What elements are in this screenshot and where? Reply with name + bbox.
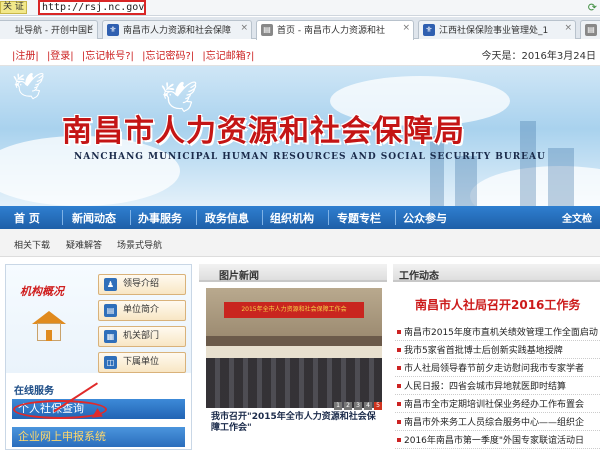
nav-divider (395, 210, 396, 225)
left-panel: 机构概况 ♟ 领导介绍 ▤ 单位简介 ▦ 机关部门 ◫ 下属单位 在线服务 个人… (5, 264, 192, 450)
news-item[interactable]: 南昌市外来务工人员综合服务中心——组织企 (395, 415, 600, 431)
page-dot[interactable]: 1 (334, 402, 342, 410)
site-favicon-icon: ⚜ (423, 24, 435, 36)
forgot-password-link[interactable]: |忘记密码?| (142, 51, 194, 62)
close-icon[interactable]: × (86, 23, 94, 33)
button-label: 机关部门 (123, 331, 160, 341)
unit-intro-button[interactable]: ▤ 单位简介 (98, 300, 186, 321)
current-date: 今天是：2016年3月24日 (481, 51, 596, 62)
news-item[interactable]: 2016年南昌市第一季度"外国专家联谊活动日 (395, 433, 600, 449)
building-decoration (548, 148, 574, 206)
button-label: 单位简介 (123, 305, 160, 315)
tab-label: 南昌市人力资源和社会保障 (123, 26, 232, 36)
tab-strip: 址导航 - 开创中国E × ⚜ 南昌市人力资源和社会保障 × ▤ 首页 - 南昌… (0, 17, 600, 40)
person-icon: ♟ (104, 278, 117, 291)
close-icon[interactable]: × (564, 23, 572, 33)
forgot-account-link[interactable]: |忘记帐号?| (82, 51, 134, 62)
nav-services[interactable]: 办事服务 (138, 210, 182, 226)
panel-header: 图片新闻 (199, 264, 387, 282)
panel-header: 工作动态 (393, 264, 600, 282)
site-banner: 🕊 🕊 南昌市人力资源和社会保障局 NANCHANG MUNICIPAL HUM… (0, 66, 600, 206)
url-input[interactable]: http://rsj.nc.gov.cn/ (38, 0, 146, 15)
main-nav: 首 页 新闻动态 办事服务 政务信息 组织机构 专题专栏 公众参与 全文检 (0, 206, 600, 229)
nav-fulltext-search[interactable]: 全文检 (562, 210, 592, 225)
online-services-title: 在线服务 (14, 386, 54, 397)
forgot-email-link[interactable]: |忘记邮箱?| (202, 51, 254, 62)
login-link[interactable]: |登录| (47, 51, 74, 62)
button-label: 领导介绍 (123, 279, 160, 289)
site-title: 南昌市人力资源和社会保障局 (62, 114, 465, 149)
news-item[interactable]: 南昌市全市定期培训社保业务经办工作布置会 (395, 397, 600, 413)
picture-news-panel: 图片新闻 2015年全市人力资源和社会保障工作会 1 2 3 4 5 我市召开"… (199, 264, 387, 450)
tab-hrss-home[interactable]: ▤ 首页 - 南昌市人力资源和社 × (256, 20, 414, 40)
tab-nav-portal[interactable]: 址导航 - 开创中国E × (0, 20, 98, 39)
dove-icon: 🕊 (12, 72, 46, 102)
account-links: |注册| |登录| |忘记帐号?| |忘记密码?| |忘记邮箱?| (12, 47, 259, 62)
document-icon: ▤ (104, 304, 117, 317)
building-decoration (520, 121, 536, 206)
panel-title: 图片新闻 (219, 271, 259, 282)
sitemap-icon: ◫ (104, 356, 117, 369)
tab-overflow[interactable]: ▤ 都 (580, 20, 600, 39)
nav-divider (62, 210, 63, 225)
section-title: 机构概况 (20, 285, 64, 298)
tab-label: 址导航 - 开创中国E (15, 26, 93, 36)
page-dot[interactable]: 2 (344, 402, 352, 410)
certificate-badge[interactable]: 关 证 (0, 1, 27, 14)
nav-divider (196, 210, 197, 225)
news-photo[interactable]: 2015年全市人力资源和社会保障工作会 (206, 288, 382, 408)
site-favicon-icon: ⚜ (107, 24, 119, 36)
nav-news[interactable]: 新闻动态 (72, 210, 116, 226)
news-item[interactable]: 人民日报：四省会城市异地就医即时结算 (395, 379, 600, 395)
tab-jiangxi-social[interactable]: ⚜ 江西社保保险事业管理处_1 × (418, 20, 576, 39)
page-dot[interactable]: 3 (354, 402, 362, 410)
nav-topics[interactable]: 专题专栏 (337, 210, 381, 226)
nav-home[interactable]: 首 页 (14, 210, 40, 226)
close-icon[interactable]: × (240, 23, 248, 33)
register-link[interactable]: |注册| (12, 51, 39, 62)
refresh-icon[interactable]: ⟳ (588, 1, 597, 14)
news-item[interactable]: 市人社局领导春节前夕走访慰问我市专家学者 (395, 361, 600, 377)
page-icon: ▤ (261, 24, 273, 36)
site-subtitle: NANCHANG MUNICIPAL HUMAN RESOURCES AND S… (74, 152, 546, 162)
work-news-panel: 工作动态 南昌市人社局召开2016工作务 南昌市2015年度市直机关绩效管理工作… (393, 264, 600, 450)
subnav-downloads[interactable]: 相关下载 (14, 238, 50, 251)
news-item[interactable]: 我市5家省首批博士后创新实践基地授牌 (395, 343, 600, 359)
nav-divider (262, 210, 263, 225)
nav-divider (130, 210, 131, 225)
organization-overview: 机构概况 ♟ 领导介绍 ▤ 单位简介 ▦ 机关部门 ◫ 下属单位 (6, 265, 191, 373)
nav-organization[interactable]: 组织机构 (270, 210, 314, 226)
news-item[interactable]: 南昌市2015年度市直机关绩效管理工作全面启动 (395, 325, 600, 341)
tab-label: 江西社保保险事业管理处_1 (439, 26, 549, 36)
subordinate-units-button[interactable]: ◫ 下属单位 (98, 352, 186, 373)
house-icon (32, 311, 66, 341)
enterprise-online-declaration[interactable]: 企业网上申报系统 (12, 427, 185, 447)
close-icon[interactable]: × (402, 23, 410, 33)
sub-nav: 相关下载 疑难解答 场景式导航 (0, 229, 600, 257)
subnav-faq[interactable]: 疑难解答 (66, 238, 102, 251)
subnav-scenario-guide[interactable]: 场景式导航 (117, 238, 162, 251)
panel-title: 工作动态 (399, 271, 439, 282)
tab-label: 首页 - 南昌市人力资源和社 (277, 26, 385, 36)
button-label: 下属单位 (123, 357, 160, 367)
photo-caption[interactable]: 我市召开"2015年全市人力资源和社会保障工作会" (211, 412, 381, 434)
page-dot[interactable]: 4 (364, 402, 372, 410)
page-icon: ▤ (585, 24, 597, 36)
photo-banner-text: 2015年全市人力资源和社会保障工作会 (224, 302, 364, 318)
address-bar: 关 证 http://rsj.nc.gov.cn/ ⟳ (0, 0, 600, 16)
nav-gov-info[interactable]: 政务信息 (205, 210, 249, 226)
nav-public-participation[interactable]: 公众参与 (403, 210, 447, 226)
building-icon: ▦ (104, 330, 117, 343)
tab-hrss-1[interactable]: ⚜ 南昌市人力资源和社会保障 × (102, 20, 252, 39)
utility-bar: |注册| |登录| |忘记帐号?| |忘记密码?| |忘记邮箱?| 今天是：20… (0, 40, 600, 66)
headline-link[interactable]: 南昌市人社局召开2016工作务 (415, 296, 580, 313)
page-dot-active[interactable]: 5 (374, 402, 382, 410)
nav-divider (328, 210, 329, 225)
slideshow-pager: 1 2 3 4 5 (206, 402, 382, 412)
departments-button[interactable]: ▦ 机关部门 (98, 326, 186, 347)
leaders-button[interactable]: ♟ 领导介绍 (98, 274, 186, 295)
building-decoration (455, 156, 477, 206)
